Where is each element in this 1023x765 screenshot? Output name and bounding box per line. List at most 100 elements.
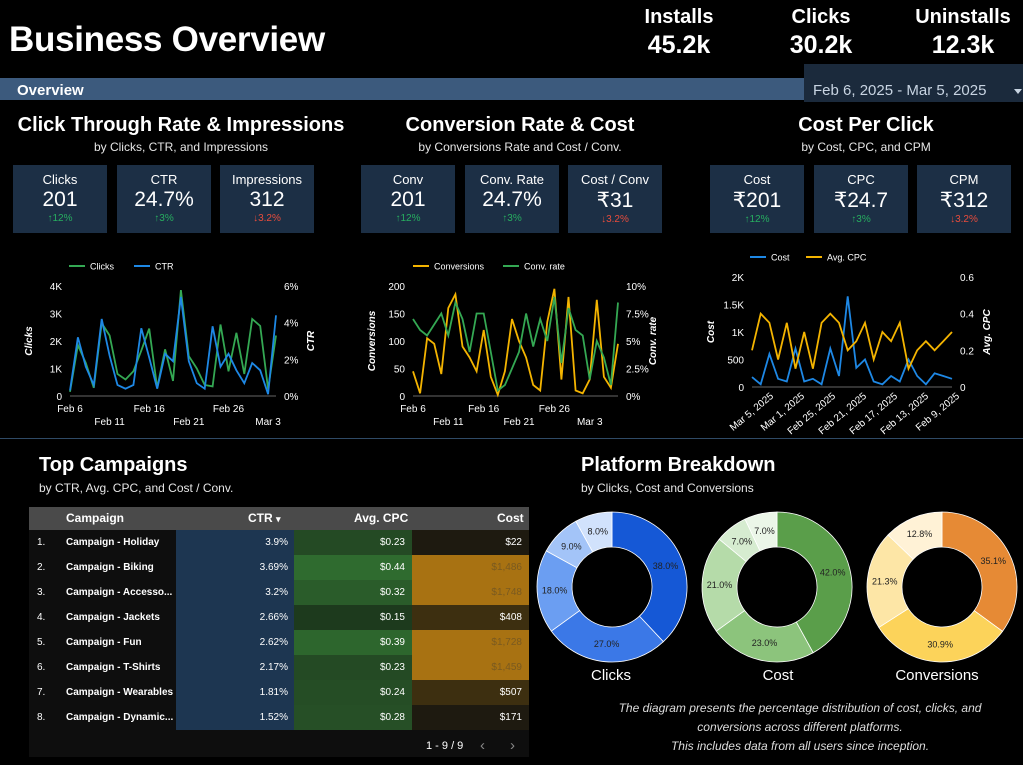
x-tick-label: Mar 3: [577, 417, 603, 428]
pie-label-clicks: Clicks: [591, 667, 631, 684]
avg-cpc-value: $0.23: [379, 537, 405, 548]
col-header-ctr-label: CTR: [248, 511, 273, 525]
table-row[interactable]: 7. Campaign - Wearables 1.81% $0.24 $507: [29, 680, 529, 705]
slice-label: 7.0%: [732, 537, 753, 547]
y2-tick-label: 2.5%: [626, 365, 649, 376]
row-number: 6.: [37, 662, 46, 673]
y-tick-label: 150: [388, 310, 405, 321]
y2-tick-label: 10%: [626, 282, 646, 293]
cost-value: $1,728: [491, 637, 522, 648]
y-tick-label: 1K: [732, 328, 745, 339]
y2-tick-label: 0.4: [960, 310, 974, 321]
ctr-value: 2.62%: [259, 637, 288, 648]
slice-label: 35.1%: [981, 556, 1007, 566]
y2-axis-label: Conv. rate: [648, 316, 659, 365]
avg-cpc-value: $0.24: [379, 687, 405, 698]
cost-value: $1,459: [491, 662, 522, 673]
y-tick-label: 3K: [50, 310, 63, 321]
y-tick-label: 2K: [50, 337, 63, 348]
caption-line: The diagram presents the percentage dist…: [618, 701, 982, 715]
campaign-name: Campaign - Holiday: [66, 537, 160, 548]
ctr-value: 3.9%: [265, 537, 288, 548]
x-tick-label: Feb 11: [94, 417, 125, 428]
campaign-name: Campaign - Jackets: [66, 612, 160, 623]
table-row[interactable]: 6. Campaign - T-Shirts 2.17% $0.23 $1,459: [29, 655, 529, 680]
pie-label-conversions: Conversions: [895, 667, 979, 684]
col-header-campaign[interactable]: Campaign: [66, 511, 124, 525]
donut-slice[interactable]: [941, 511, 1018, 632]
y-tick-label: 50: [394, 365, 406, 376]
row-number: 5.: [37, 637, 46, 648]
ctr-value: 2.17%: [259, 662, 288, 673]
next-page-icon[interactable]: ›: [510, 737, 515, 754]
x-tick-label: Feb 26: [213, 404, 245, 415]
campaign-name: Campaign - Dynamic...: [66, 712, 174, 723]
col-header-avg-cpc[interactable]: Avg. CPC: [354, 511, 408, 525]
x-tick-label: Feb 26: [539, 404, 571, 415]
avg-cpc-value: $0.32: [379, 587, 405, 598]
slice-label: 38.0%: [653, 561, 679, 571]
campaign-name: Campaign - Accesso...: [66, 587, 173, 598]
avg-cpc-value: $0.44: [379, 562, 405, 573]
table-row[interactable]: 1. Campaign - Holiday 3.9% $0.23 $22: [29, 530, 529, 555]
section-title-platform: Platform Breakdown: [581, 454, 776, 476]
row-number: 8.: [37, 712, 46, 723]
slice-label: 18.0%: [542, 586, 568, 596]
legend-label: Conversions: [434, 262, 485, 272]
y-tick-label: 0: [56, 392, 62, 403]
col-header-ctr[interactable]: CTR ▾: [248, 511, 281, 525]
table-row[interactable]: 8. Campaign - Dynamic... 1.52% $0.28 $171: [29, 705, 529, 730]
slice-label: 9.0%: [561, 541, 582, 551]
table-pager: 1 - 9 / 9 ‹ ›: [29, 736, 529, 757]
caption-line: This includes data from all users since …: [670, 739, 930, 753]
cost-value: $408: [499, 612, 522, 623]
col-header-cost[interactable]: Cost: [497, 511, 524, 525]
x-tick-label: Feb 6: [400, 404, 426, 415]
y2-tick-label: 2%: [284, 355, 299, 366]
slice-label: 30.9%: [927, 639, 953, 649]
slice-label: 27.0%: [594, 639, 620, 649]
y2-tick-label: 4%: [284, 319, 299, 330]
slice-label: 21.3%: [872, 576, 898, 586]
y-tick-label: 2K: [732, 273, 745, 284]
campaign-name: Campaign - Biking: [66, 562, 154, 573]
y2-tick-label: 0%: [284, 392, 299, 403]
y-tick-label: 100: [388, 337, 405, 348]
slice-label: 12.8%: [907, 529, 933, 539]
x-tick-label: Mar 3: [255, 417, 281, 428]
table-row[interactable]: 2. Campaign - Biking 3.69% $0.44 $1,486: [29, 555, 529, 580]
legend-label: CTR: [155, 262, 174, 272]
row-number: 4.: [37, 612, 46, 623]
prev-page-icon[interactable]: ‹: [480, 737, 485, 754]
y-axis-label: Clicks: [24, 326, 35, 356]
table-row[interactable]: 5. Campaign - Fun 2.62% $0.39 $1,728: [29, 630, 529, 655]
avg-cpc-value: $0.28: [379, 712, 405, 723]
table-row[interactable]: 3. Campaign - Accesso... 3.2% $0.32 $1,748: [29, 580, 529, 605]
x-tick-label: Feb 16: [468, 404, 500, 415]
y2-axis-label: Avg. CPC: [982, 308, 993, 355]
slice-label: 23.0%: [752, 638, 778, 648]
sort-desc-icon: ▾: [276, 514, 281, 524]
row-number: 3.: [37, 587, 46, 598]
caption-line: conversions across different platforms.: [697, 720, 903, 734]
cost-value: $171: [499, 712, 522, 723]
platform-caption: The diagram presents the percentage dist…: [600, 699, 1000, 756]
y2-tick-label: 0.6: [960, 273, 974, 284]
campaign-name: Campaign - Fun: [66, 637, 142, 648]
section-subtitle-campaigns: by CTR, Avg. CPC, and Cost / Conv.: [39, 481, 234, 495]
x-tick-label: Feb 6: [57, 404, 83, 415]
legend-label: Cost: [771, 253, 790, 263]
y2-tick-label: 6%: [284, 282, 299, 293]
y-tick-label: 4K: [50, 282, 63, 293]
y2-axis-label: CTR: [306, 330, 317, 351]
y-tick-label: 1.5K: [723, 301, 744, 312]
x-tick-label: Feb 16: [134, 404, 166, 415]
slice-label: 42.0%: [820, 568, 846, 578]
series-line-conversions: [412, 288, 619, 398]
x-tick-label: Feb 11: [433, 417, 464, 428]
table-row[interactable]: 4. Campaign - Jackets 2.66% $0.15 $408: [29, 605, 529, 630]
legend-label: Conv. rate: [524, 262, 565, 272]
donut-slice[interactable]: [611, 511, 688, 643]
y2-tick-label: 0: [960, 383, 966, 394]
section-subtitle-platform: by Clicks, Cost and Conversions: [581, 481, 754, 495]
